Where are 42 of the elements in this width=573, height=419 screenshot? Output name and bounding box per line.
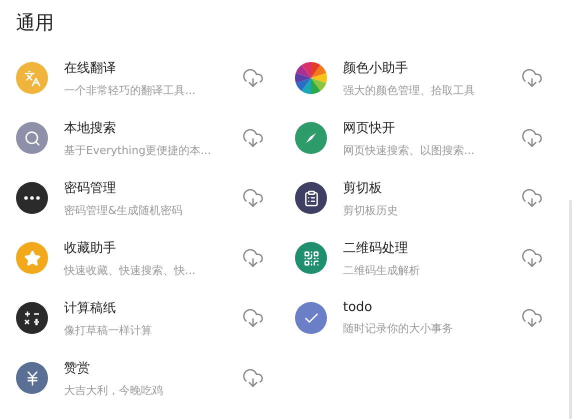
plugin-description: 剪切板历史	[343, 202, 399, 218]
download-icon[interactable]	[242, 367, 264, 389]
plugin-description: 网页快速搜索、以图搜索...	[343, 142, 476, 158]
plugin-name: 密码管理	[64, 180, 117, 196]
plugin-name: 计算稿纸	[64, 300, 117, 316]
qr-code-icon	[302, 250, 320, 266]
color-wheel-icon	[295, 62, 327, 94]
star-icon	[24, 250, 40, 266]
download-icon[interactable]	[242, 127, 264, 149]
plugin-description: 快速收藏、快速搜索、快...	[64, 262, 196, 278]
download-icon[interactable]	[521, 247, 543, 269]
download-icon[interactable]	[242, 307, 264, 329]
section-title: 通用	[16, 11, 55, 36]
download-icon[interactable]	[521, 187, 543, 209]
calculator-icon	[24, 310, 40, 326]
plugin-description: 密码管理&生成随机密码	[64, 202, 184, 218]
translate-icon	[24, 70, 40, 86]
plugin-description: 二维码生成解析	[343, 262, 421, 278]
plugin-description: 像打草稿一样计算	[64, 322, 153, 338]
plugin-name: 颜色小助手	[343, 60, 409, 76]
plugin-description: 大吉大利，今晚吃鸡	[64, 382, 164, 398]
download-icon[interactable]	[521, 67, 543, 89]
download-icon[interactable]	[521, 127, 543, 149]
download-icon[interactable]	[242, 187, 264, 209]
plugin-description: 一个非常轻巧的翻译工具...	[64, 82, 196, 98]
plugin-name: 网页快开	[343, 120, 396, 136]
download-icon[interactable]	[242, 247, 264, 269]
plugin-description: 基于Everything更便捷的本...	[64, 142, 212, 158]
plugin-name: 收藏助手	[64, 240, 117, 256]
compass-needle-icon	[304, 131, 318, 145]
plugin-name: 在线翻译	[64, 60, 117, 76]
plugin-name: 本地搜索	[64, 120, 117, 136]
download-icon[interactable]	[521, 307, 543, 329]
plugin-name: 剪切板	[343, 180, 383, 196]
plugin-description: 随时记录你的大小事务	[343, 321, 454, 336]
plugin-name: 二维码处理	[343, 240, 409, 256]
plugin-name: todo	[343, 300, 374, 315]
clipboard-icon	[302, 190, 320, 206]
plugin-description: 强大的颜色管理、拾取工具	[343, 82, 476, 98]
download-icon[interactable]	[242, 67, 264, 89]
search-icon	[24, 130, 40, 146]
plugin-name: 赞赏	[64, 360, 91, 376]
